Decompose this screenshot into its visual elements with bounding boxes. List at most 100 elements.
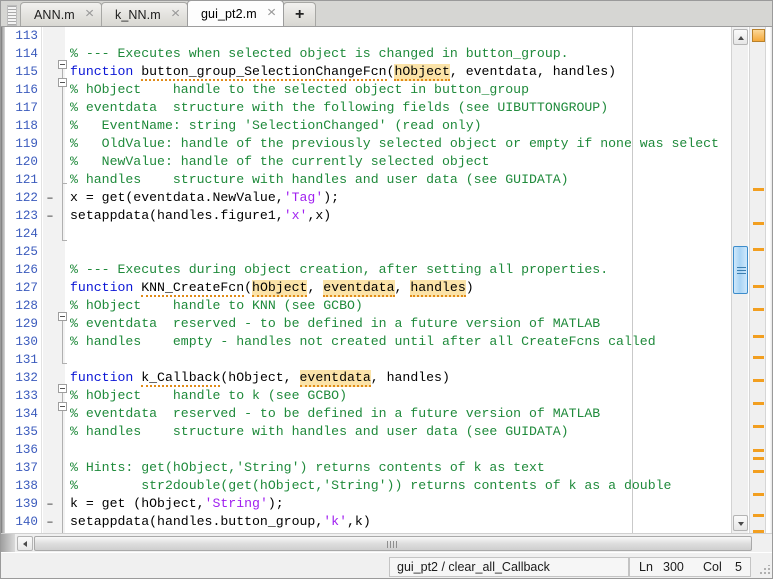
code-line[interactable]: 138 % str2double(get(hObject,'String')) r… [2, 477, 772, 495]
line-number: 125 [15, 245, 38, 259]
code-line[interactable]: 120 % NewValue: handle of the currently s… [2, 153, 772, 171]
executable-line-marker[interactable]: – [44, 189, 56, 207]
code-text: % eventdata reserved - to be defined in … [70, 406, 601, 421]
code-line[interactable]: 123– setappdata(handles.figure1,'x',x) [2, 207, 772, 225]
analyzer-status-indicator[interactable] [752, 29, 765, 42]
code-text: % EventName: string 'SelectionChanged' (… [70, 118, 482, 133]
code-line[interactable]: 126 % --- Executes during object creation… [2, 261, 772, 279]
analyzer-marker[interactable] [753, 493, 764, 496]
line-number: 113 [15, 29, 38, 43]
analyzer-marker[interactable] [753, 379, 764, 382]
analyzer-marker[interactable] [753, 402, 764, 405]
tab-label: gui_pt2.m [200, 6, 257, 21]
line-number: 137 [15, 461, 38, 475]
tabbar-drag-handle[interactable] [7, 5, 17, 26]
analyzer-marker[interactable] [753, 356, 764, 359]
line-number: 132 [15, 371, 38, 385]
tab-ann-m[interactable]: ANN.m ✕ [20, 2, 102, 26]
resize-grip-icon[interactable] [759, 565, 770, 576]
code-line[interactable]: 119 % OldValue: handle of the previously … [2, 135, 772, 153]
code-line[interactable]: 125 [2, 243, 772, 261]
column-value: 5 [735, 560, 742, 574]
close-icon[interactable]: ✕ [266, 8, 276, 19]
line-number: 135 [15, 425, 38, 439]
code-analyzer-marker-strip[interactable] [749, 27, 766, 533]
status-bar: gui_pt2 / clear_all_Callback Ln 300 Col … [1, 552, 772, 578]
code-text: % hObject handle to KNN (see GCBO) [70, 298, 363, 313]
code-text: setappdata(handles.figure1,'x',x) [70, 208, 332, 223]
code-line[interactable]: 124 [2, 225, 772, 243]
code-text: setappdata(handles.button_group,'k',k) [70, 514, 371, 529]
analyzer-marker[interactable] [753, 425, 764, 428]
analyzer-marker[interactable] [753, 285, 764, 288]
analyzer-marker[interactable] [753, 222, 764, 225]
horizontal-scrollbar-thumb[interactable] [34, 536, 752, 551]
scroll-up-button[interactable] [733, 29, 748, 45]
code-text: % OldValue: handle of the previously sel… [70, 136, 719, 151]
code-line[interactable]: 121 % handles structure with handles and … [2, 171, 772, 189]
analyzer-marker[interactable] [753, 188, 764, 191]
code-text: function KNN_CreateFcn(hObject, eventdat… [70, 280, 474, 297]
tab-k-nn-m[interactable]: k_NN.m ✕ [101, 2, 188, 26]
code-line[interactable]: 113 [2, 27, 772, 45]
analyzer-marker[interactable] [753, 308, 764, 311]
column-label: Col [703, 560, 722, 574]
code-line[interactable]: 116 % hObject handle to the selected obje… [2, 81, 772, 99]
analyzer-marker[interactable] [753, 457, 764, 460]
new-tab-button[interactable]: + [282, 2, 317, 26]
code-line[interactable]: 133 % hObject handle to k (see GCBO) [2, 387, 772, 405]
code-line[interactable]: 129 % eventdata reserved - to be defined … [2, 315, 772, 333]
line-number: 127 [15, 281, 38, 295]
code-line[interactable]: 115 function button_group_SelectionChange… [2, 63, 772, 81]
close-icon[interactable]: ✕ [170, 9, 180, 20]
line-number: 131 [15, 353, 38, 367]
line-number: 129 [15, 317, 38, 331]
tab-gui-pt2-m[interactable]: gui_pt2.m ✕ [186, 1, 284, 26]
code-line[interactable]: 130 % handles empty - handles not created… [2, 333, 772, 351]
vertical-scrollbar[interactable] [731, 27, 748, 533]
analyzer-marker[interactable] [753, 470, 764, 473]
code-line[interactable]: 131 [2, 351, 772, 369]
scroll-left-button[interactable] [17, 536, 33, 551]
scroll-down-button[interactable] [733, 515, 748, 531]
code-editor-pane[interactable]: 113 114 % --- Executes when selected objec… [1, 27, 772, 536]
line-number: 139 [15, 497, 38, 511]
code-line[interactable]: 128 % hObject handle to KNN (see GCBO) [2, 297, 772, 315]
code-lines-container[interactable]: 113 114 % --- Executes when selected objec… [2, 27, 772, 533]
code-line[interactable]: 117 % eventdata structure with the follow… [2, 99, 772, 117]
executable-line-marker[interactable]: – [44, 513, 56, 531]
analyzer-marker[interactable] [753, 449, 764, 452]
code-text: % --- Executes when selected object is c… [70, 46, 569, 61]
code-line[interactable]: 134 % eventdata reserved - to be defined … [2, 405, 772, 423]
chevron-down-icon [738, 522, 744, 526]
analyzer-marker[interactable] [753, 248, 764, 251]
executable-line-marker[interactable]: – [44, 495, 56, 513]
code-line[interactable]: 139– k = get (hObject,'String'); [2, 495, 772, 513]
code-line[interactable]: 137 % Hints: get(hObject,'String') return… [2, 459, 772, 477]
code-text: % hObject handle to k (see GCBO) [70, 388, 347, 403]
close-icon[interactable]: ✕ [84, 9, 94, 20]
code-line[interactable]: 140– setappdata(handles.button_group,'k',… [2, 513, 772, 531]
analyzer-marker[interactable] [753, 514, 764, 517]
code-line[interactable]: 118 % EventName: string 'SelectionChanged… [2, 117, 772, 135]
code-line[interactable]: 114 % --- Executes when selected object i… [2, 45, 772, 63]
horizontal-scrollbar[interactable] [1, 533, 772, 553]
code-line[interactable]: 132 function k_Callback(hObject, eventdat… [2, 369, 772, 387]
code-text: % eventdata reserved - to be defined in … [70, 316, 601, 331]
code-line[interactable]: 122– x = get(eventdata.NewValue,'Tag'); [2, 189, 772, 207]
line-number: 120 [15, 155, 38, 169]
code-text: % NewValue: handle of the currently sele… [70, 154, 490, 169]
line-number: 114 [15, 47, 38, 61]
line-number: 123 [15, 209, 38, 223]
code-text: % handles structure with handles and use… [70, 172, 569, 187]
code-line[interactable]: 135 % handles structure with handles and … [2, 423, 772, 441]
code-text: % hObject handle to the selected object … [70, 82, 529, 97]
current-function-indicator[interactable]: gui_pt2 / clear_all_Callback [389, 557, 629, 577]
code-line[interactable]: 136 [2, 441, 772, 459]
analyzer-marker[interactable] [753, 335, 764, 338]
code-line[interactable]: 127 function KNN_CreateFcn(hObject, event… [2, 279, 772, 297]
line-number: 140 [15, 515, 38, 529]
vertical-scrollbar-thumb[interactable] [733, 246, 748, 294]
executable-line-marker[interactable]: – [44, 207, 56, 225]
code-text: % --- Executes during object creation, a… [70, 262, 609, 277]
